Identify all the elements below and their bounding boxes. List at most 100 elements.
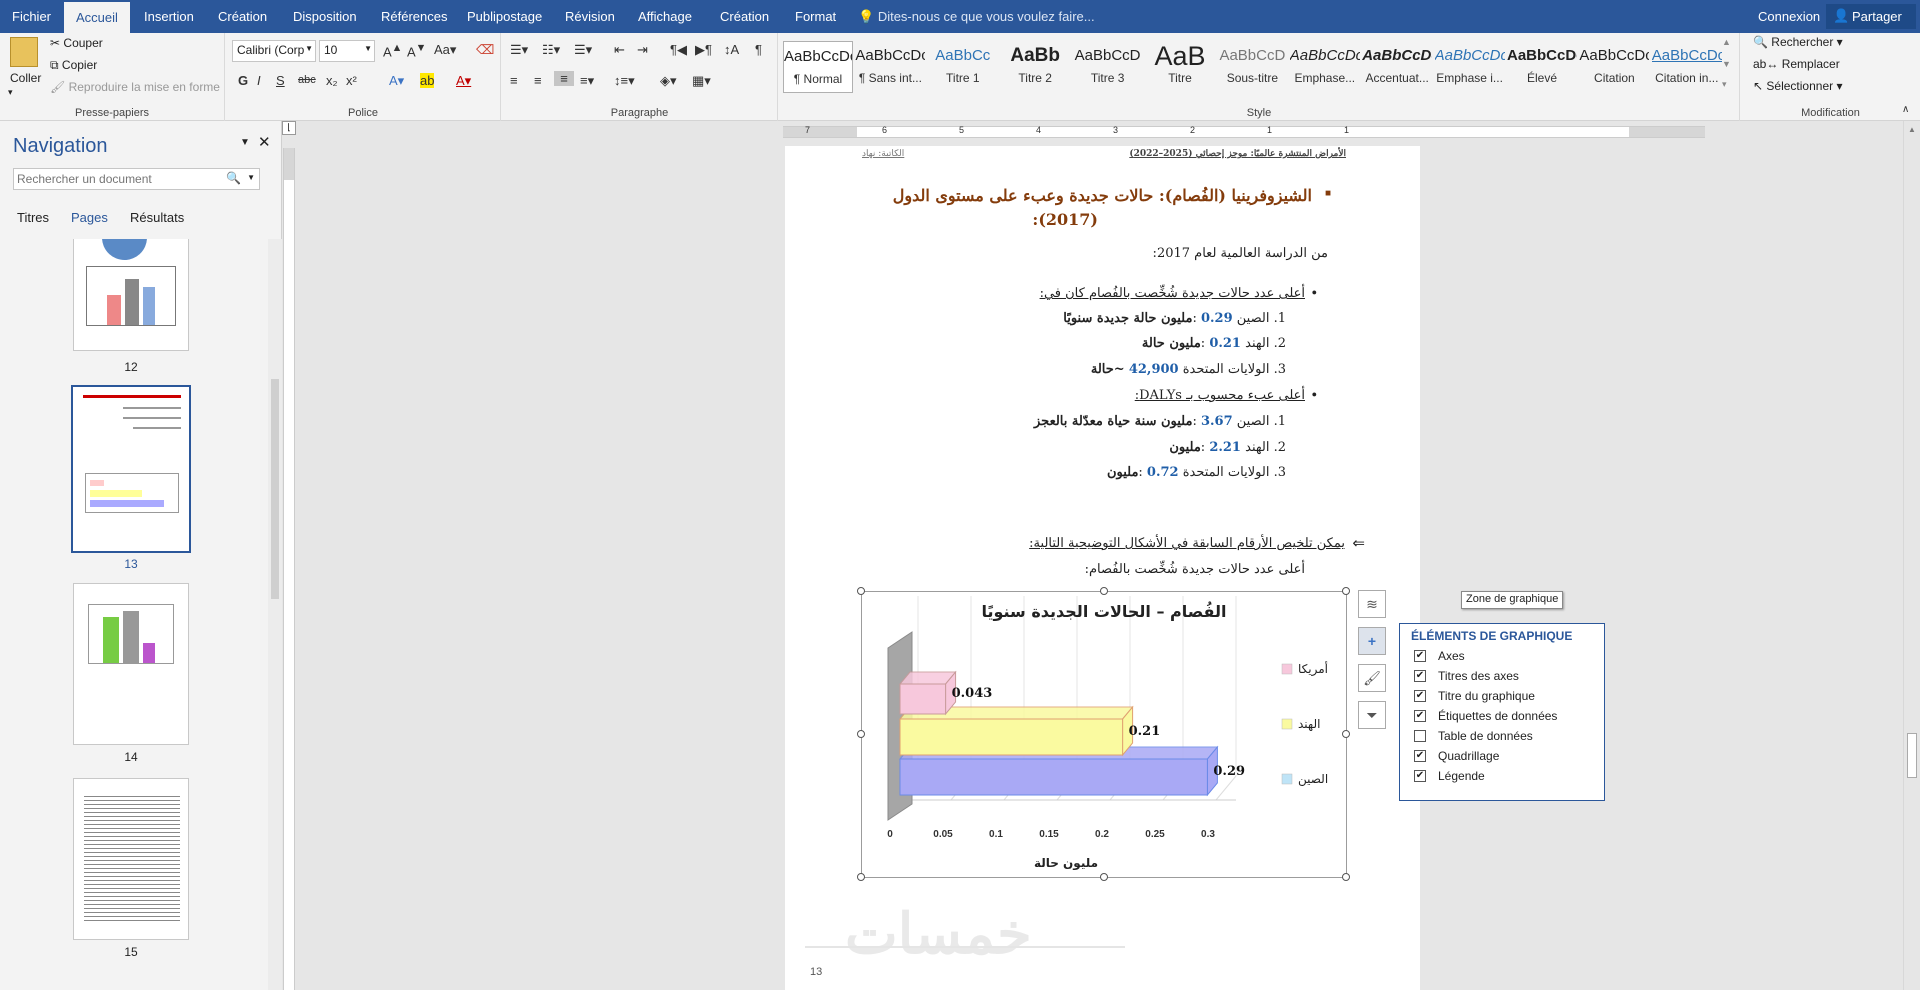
clear-format-icon[interactable]: ⌫ xyxy=(476,42,494,58)
nav-tab-titles[interactable]: Titres xyxy=(17,210,49,225)
bar-chart[interactable]: الفُصام – الحالات الجديدة سنويًا 0.29 0.21… xyxy=(862,592,1346,877)
chevron-down-icon[interactable]: ▼ xyxy=(247,173,255,182)
tab-selector-icon[interactable]: ⌊ xyxy=(282,121,296,135)
style-9[interactable]: AaBbCcDc Accentuat... xyxy=(1362,41,1432,93)
style-6[interactable]: AaB Titre xyxy=(1145,41,1215,93)
page-thumbnail-12[interactable] xyxy=(73,239,189,351)
page-thumbnail-14[interactable] xyxy=(73,583,189,745)
page-thumbnail-15[interactable] xyxy=(73,778,189,940)
tab-home[interactable]: Accueil xyxy=(64,2,130,33)
resize-handle[interactable] xyxy=(857,873,865,881)
checkbox[interactable]: ✔ xyxy=(1414,750,1426,762)
style-2[interactable]: AaBbCcDc ¶ Sans int... xyxy=(855,41,925,93)
more-styles-icon[interactable]: ▾ xyxy=(1722,79,1727,90)
increase-indent-icon[interactable]: ⇥ xyxy=(637,42,648,58)
paste-icon[interactable] xyxy=(10,37,38,67)
scroll-up-icon[interactable]: ▲ xyxy=(1908,125,1916,134)
line-spacing-icon[interactable]: ↕≡▾ xyxy=(614,73,635,89)
tab-mailings[interactable]: Publipostage xyxy=(467,0,542,33)
align-right-icon[interactable]: ≡ xyxy=(554,71,574,86)
font-color-icon[interactable]: A▾ xyxy=(456,73,471,89)
format-painter-button[interactable]: 🖌 Reproduire la mise en forme xyxy=(50,80,220,94)
borders-icon[interactable]: ▦▾ xyxy=(692,73,711,89)
nav-scrollbar-thumb[interactable] xyxy=(271,379,279,599)
checkbox[interactable]: ✔ xyxy=(1414,670,1426,682)
shading-icon[interactable]: ◈▾ xyxy=(660,73,677,89)
checkbox[interactable]: ✔ xyxy=(1414,650,1426,662)
style-5[interactable]: AaBbCcD Titre 3 xyxy=(1073,41,1143,93)
shrink-font-icon[interactable]: A▼ xyxy=(407,42,426,59)
paste-dropdown-icon[interactable]: ▾ xyxy=(8,87,13,98)
checkbox[interactable]: ✔ xyxy=(1414,710,1426,722)
signin-link[interactable]: Connexion xyxy=(1758,0,1820,33)
style-13[interactable]: AaBbCcDc Citation in... xyxy=(1652,41,1722,93)
style-4[interactable]: AaBb Titre 2 xyxy=(1000,41,1070,93)
align-center-icon[interactable]: ≡ xyxy=(534,73,542,88)
search-icon[interactable]: 🔍 xyxy=(226,171,241,185)
resize-handle[interactable] xyxy=(1342,587,1350,595)
multilevel-list-icon[interactable]: ☰▾ xyxy=(574,42,592,58)
checkbox[interactable] xyxy=(1414,730,1426,742)
collapse-ribbon-icon[interactable]: ∧ xyxy=(1902,104,1909,115)
rtl-icon[interactable]: ¶◀ xyxy=(670,42,687,58)
superscript-button[interactable]: x² xyxy=(346,73,357,88)
tab-design[interactable]: Création xyxy=(218,0,267,33)
resize-handle[interactable] xyxy=(1100,873,1108,881)
strikethrough-button[interactable]: abc xyxy=(298,74,316,86)
ltr-icon[interactable]: ▶¶ xyxy=(695,42,712,58)
vertical-ruler[interactable] xyxy=(283,148,295,990)
scroll-up-icon[interactable]: ▲ xyxy=(1722,37,1731,47)
horizontal-ruler[interactable]: 7 6 5 4 3 2 1 1 xyxy=(783,125,1705,138)
page-thumbnail-13[interactable] xyxy=(71,385,191,553)
style-8[interactable]: AaBbCcDc Emphase... xyxy=(1290,41,1360,93)
resize-handle[interactable] xyxy=(857,587,865,595)
vertical-scrollbar[interactable]: ▲ xyxy=(1903,121,1920,990)
style-7[interactable]: AaBbCcD Sous-titre xyxy=(1217,41,1287,93)
chart-filters-button[interactable]: ⏷ xyxy=(1358,701,1386,729)
font-size-select[interactable]: 10 ▼ xyxy=(319,40,375,62)
copy-button[interactable]: ⧉ Copier xyxy=(50,58,97,73)
decrease-indent-icon[interactable]: ⇤ xyxy=(614,42,625,58)
style-3[interactable]: AaBbCc Titre 1 xyxy=(928,41,998,93)
resize-handle[interactable] xyxy=(1342,873,1350,881)
tab-references[interactable]: Références xyxy=(381,0,447,33)
nav-search-field[interactable]: 🔍 ▼ xyxy=(13,168,260,190)
replace-button[interactable]: ab↔ Remplacer xyxy=(1753,57,1840,71)
align-left-icon[interactable]: ≡ xyxy=(510,73,518,88)
tell-me-box[interactable]: 💡 Dites-nous ce que vous voulez faire... xyxy=(858,0,1095,33)
tab-chart-design[interactable]: Création xyxy=(720,0,769,33)
chart-elements-button[interactable]: + xyxy=(1358,627,1386,655)
tab-view[interactable]: Affichage xyxy=(638,0,692,33)
numbering-icon[interactable]: ☷▾ xyxy=(542,42,560,58)
tab-insert[interactable]: Insertion xyxy=(144,0,194,33)
nav-options-icon[interactable]: ▼ xyxy=(240,137,250,148)
tab-layout[interactable]: Disposition xyxy=(293,0,357,33)
tab-file[interactable]: Fichier xyxy=(12,0,51,33)
sort-icon[interactable]: ↕A xyxy=(724,42,739,57)
highlight-icon[interactable]: ab xyxy=(420,73,434,88)
scrollbar-thumb[interactable] xyxy=(1907,733,1917,778)
tab-review[interactable]: Révision xyxy=(565,0,615,33)
style-11[interactable]: AaBbCcDc Élevé xyxy=(1507,41,1577,93)
nav-search-input[interactable] xyxy=(17,170,217,188)
resize-handle[interactable] xyxy=(857,730,865,738)
bullets-icon[interactable]: ☰▾ xyxy=(510,42,528,58)
find-button[interactable]: 🔍 Rechercher ▾ xyxy=(1753,35,1843,49)
style-12[interactable]: AaBbCcDc Citation xyxy=(1579,41,1649,93)
subscript-button[interactable]: x₂ xyxy=(326,73,338,88)
scroll-down-icon[interactable]: ▼ xyxy=(1722,59,1731,69)
grow-font-icon[interactable]: A▲ xyxy=(383,42,402,59)
nav-tab-pages[interactable]: Pages xyxy=(71,210,108,225)
checkbox[interactable]: ✔ xyxy=(1414,770,1426,782)
pilcrow-icon[interactable]: ¶ xyxy=(755,42,762,57)
chart-styles-button[interactable]: 🖌 xyxy=(1358,664,1386,692)
style-10[interactable]: AaBbCcDc Emphase i... xyxy=(1435,41,1505,93)
checkbox[interactable]: ✔ xyxy=(1414,690,1426,702)
tab-format[interactable]: Format xyxy=(795,0,836,33)
select-button[interactable]: ↖ Sélectionner ▾ xyxy=(1753,79,1842,93)
font-name-select[interactable]: Calibri (Corp ▼ xyxy=(232,40,316,62)
paste-button[interactable]: Coller xyxy=(10,71,41,85)
change-case-icon[interactable]: Aa▾ xyxy=(434,42,456,58)
close-icon[interactable]: ✕ xyxy=(258,133,271,151)
nav-scrollbar[interactable] xyxy=(268,239,282,990)
